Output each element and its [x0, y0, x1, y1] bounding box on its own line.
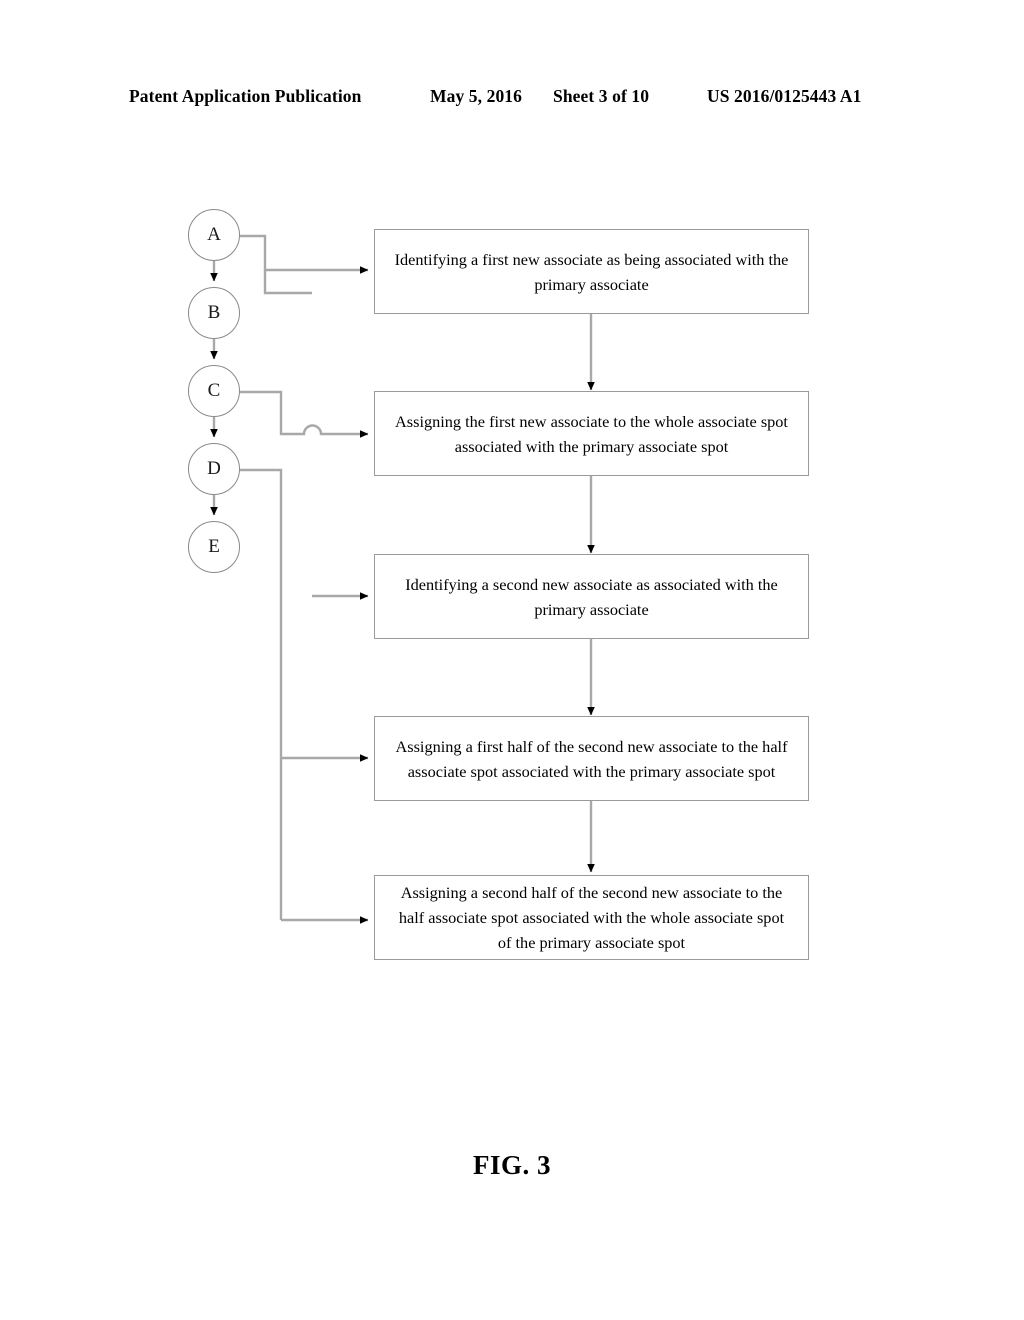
node-circle-a: A — [188, 209, 240, 261]
flowchart-figure: A B C D E Identifying a first new associ… — [0, 0, 1024, 1320]
node-label-b: B — [207, 302, 221, 323]
process-box-4: Assigning a first half of the second new… — [374, 716, 809, 801]
connector-d-bus — [240, 468, 283, 920]
process-box-4-text: Assigning a first half of the second new… — [395, 736, 788, 781]
process-box-2: Assigning the first new associate to the… — [374, 391, 809, 476]
flowchart-connectors — [210, 234, 595, 924]
process-box-3: Identifying a second new associate as as… — [374, 554, 809, 639]
node-circle-c: C — [188, 365, 240, 417]
node-circle-d: D — [188, 443, 240, 495]
node-label-a: A — [207, 224, 221, 245]
connector-a-stub — [263, 270, 312, 295]
node-label-c: C — [207, 380, 221, 401]
process-box-2-text: Assigning the first new associate to the… — [395, 411, 788, 456]
figure-caption: FIG. 3 — [472, 1150, 551, 1180]
process-box-3-text: Identifying a second new associate as as… — [405, 574, 778, 619]
process-box-5-text: Assigning a second half of the second ne… — [398, 883, 785, 952]
process-box-5: Assigning a second half of the second ne… — [374, 875, 809, 960]
node-label-e: E — [208, 536, 220, 557]
node-label-d: D — [207, 458, 221, 479]
node-circle-e: E — [188, 521, 240, 573]
node-circle-b: B — [188, 287, 240, 339]
connector-a-to-box-1 — [240, 234, 369, 274]
process-box-1-text: Identifying a first new associate as bei… — [394, 249, 789, 294]
process-box-1: Identifying a first new associate as bei… — [374, 229, 809, 314]
connector-c-to-box-2 — [240, 390, 369, 438]
